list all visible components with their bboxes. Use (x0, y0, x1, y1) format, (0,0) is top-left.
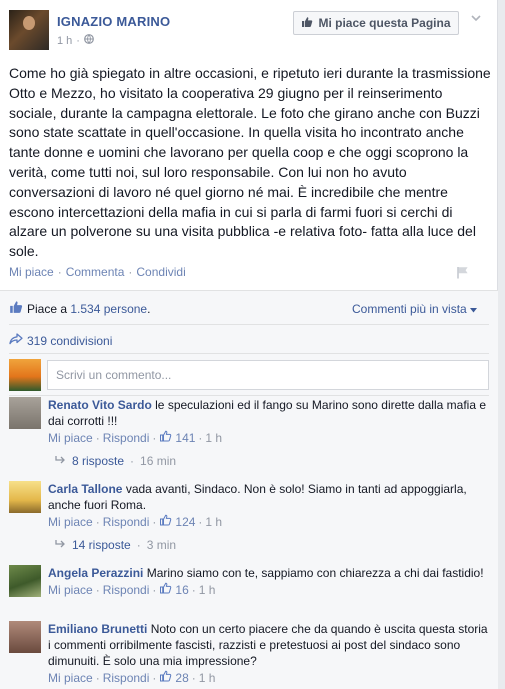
thumbs-up-icon (301, 16, 313, 31)
comments-section: Piace a 1.534 persone. Commenti più in v… (0, 290, 498, 689)
meta-separator: · (76, 34, 80, 47)
comment-text-block: Renato Vito Sardo le speculazioni ed il … (48, 397, 488, 429)
commenter-name[interactable]: Angela Perazzini (48, 566, 143, 580)
likes-text: Piace a 1.534 persone. (27, 302, 150, 316)
comment-like-icon (159, 670, 172, 686)
comment-time[interactable]: 1 h (205, 430, 222, 446)
comment-like-link[interactable]: Mi piace (48, 514, 93, 530)
comment-like-count[interactable]: 124 (175, 514, 195, 530)
likes-suffix: . (147, 302, 151, 316)
comment-reply-link[interactable]: Rispondi (103, 670, 150, 686)
comment-time[interactable]: 1 h (205, 514, 222, 530)
commenter-name[interactable]: Emiliano Brunetti (48, 622, 147, 636)
share-arrow-icon (9, 333, 23, 348)
like-action[interactable]: Mi piace (9, 265, 54, 279)
comment-input[interactable]: Scrivi un commento... (47, 360, 489, 390)
view-replies-link[interactable]: 8 risposte · 16 min (54, 454, 176, 468)
reply-arrow-icon (54, 538, 66, 552)
commenter-name[interactable]: Renato Vito Sardo (48, 398, 152, 412)
caret-down-icon (470, 302, 478, 316)
share-action[interactable]: Condividi (136, 265, 185, 279)
comment-like-count[interactable]: 28 (175, 670, 188, 686)
divider (9, 353, 489, 354)
action-separator: · (57, 265, 62, 279)
comment-text-block: Carla Tallone vada avanti, Sindaco. Non … (48, 481, 488, 513)
comment-action[interactable]: Commenta (66, 265, 125, 279)
post-timestamp[interactable]: 1 h (57, 35, 72, 47)
comment-sort-label: Commenti più in vista (352, 302, 467, 316)
comment-like-link[interactable]: Mi piace (48, 582, 93, 598)
comment-like-icon (159, 514, 172, 530)
post-header: IGNAZIO MARINO 1 h · Mi piace questa Pag… (0, 0, 498, 56)
replies-count: 8 risposte (72, 454, 125, 468)
post-meta: 1 h · (57, 34, 94, 47)
comment-meta: Mi piace · Rispondi · 28 · 1 h (48, 670, 216, 686)
like-thumb-icon (9, 300, 23, 317)
comment-time[interactable]: 1 h (199, 670, 216, 686)
comment-reply-link[interactable]: Rispondi (103, 430, 150, 446)
reply-arrow-icon (54, 454, 66, 468)
like-page-button[interactable]: Mi piace questa Pagina (293, 11, 459, 35)
comment-like-count[interactable]: 141 (175, 430, 195, 446)
comment-time[interactable]: 1 h (199, 582, 216, 598)
replies-time: 3 min (146, 538, 177, 552)
chevron-down-icon[interactable] (469, 12, 483, 26)
replies-time: 16 min (140, 454, 177, 468)
comment-reply-link[interactable]: Rispondi (103, 514, 150, 530)
replies-count: 14 risposte (72, 538, 131, 552)
likes-summary: Piace a 1.534 persone. Commenti più in v… (0, 299, 498, 319)
comment-reply-link[interactable]: Rispondi (103, 582, 150, 598)
likes-prefix: Piace a (27, 302, 71, 316)
comment-composer: Scrivi un commento... (0, 357, 498, 391)
post-message: Come ho già spiegato in altre occasioni,… (9, 65, 491, 260)
comment-text-block: Angela Perazzini Marino siamo con te, sa… (48, 565, 488, 581)
current-user-avatar (9, 359, 41, 391)
globe-icon (84, 34, 94, 47)
comment-like-icon (159, 430, 172, 446)
commenter-avatar[interactable] (9, 481, 41, 513)
shares-summary: 319 condivisioni (0, 331, 498, 351)
comment-text: Marino siamo con te, sappiamo con chiare… (146, 566, 484, 580)
like-page-label: Mi piace questa Pagina (318, 16, 451, 30)
comment-like-link[interactable]: Mi piace (48, 670, 93, 686)
comment-like-icon (159, 582, 172, 598)
comment-meta: Mi piace · Rispondi · 141 · 1 h (48, 430, 223, 446)
action-separator: · (128, 265, 133, 279)
page-avatar[interactable] (9, 10, 49, 50)
divider (9, 324, 489, 325)
post-card: IGNAZIO MARINO 1 h · Mi piace questa Pag… (0, 0, 498, 689)
view-replies-link[interactable]: 14 risposte · 3 min (54, 538, 176, 552)
post-actions: Mi piace · Commenta · Condividi (9, 265, 186, 279)
commenter-avatar[interactable] (9, 397, 41, 429)
page-name-link[interactable]: IGNAZIO MARINO (57, 14, 170, 29)
comment-sort-dropdown[interactable]: Commenti più in vista (352, 302, 478, 316)
comment-meta: Mi piace · Rispondi · 124 · 1 h (48, 514, 223, 530)
comment-text-block: Emiliano Brunetti Noto con un certo piac… (48, 621, 488, 669)
commenter-name[interactable]: Carla Tallone (48, 482, 122, 496)
comment-like-count[interactable]: 16 (175, 582, 188, 598)
shares-link[interactable]: 319 condivisioni (27, 334, 112, 348)
divider (9, 395, 489, 396)
comment-meta: Mi piace · Rispondi · 16 · 1 h (48, 582, 216, 598)
commenter-avatar[interactable] (9, 621, 41, 653)
flag-icon[interactable] (456, 266, 470, 279)
commenter-avatar[interactable] (9, 565, 41, 597)
comment-like-link[interactable]: Mi piace (48, 430, 93, 446)
likes-count-link[interactable]: 1.534 persone (70, 302, 147, 316)
